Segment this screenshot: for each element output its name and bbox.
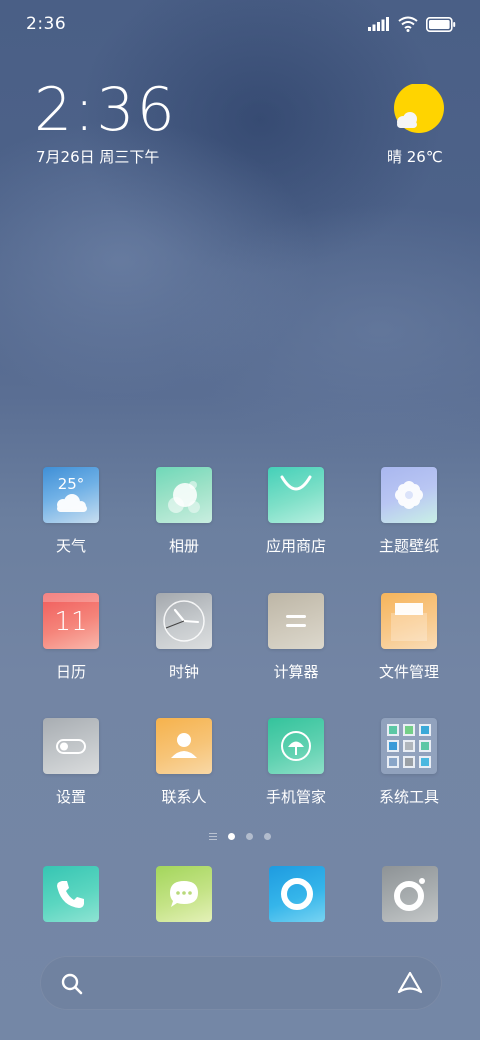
status-icons bbox=[368, 14, 456, 34]
status-bar: 2:36 bbox=[0, 0, 480, 50]
status-time: 2:36 bbox=[26, 14, 67, 34]
app-label: 时钟 bbox=[168, 663, 199, 681]
app-contacts[interactable]: 联系人 bbox=[134, 718, 234, 807]
wifi-icon bbox=[398, 16, 418, 32]
page-dot-active bbox=[228, 832, 235, 840]
home-date: 7月26日 周三下午 bbox=[36, 148, 160, 166]
clock-icon bbox=[156, 593, 212, 649]
dock-browser[interactable] bbox=[269, 866, 325, 922]
app-calendar[interactable]: 11 日历 bbox=[21, 593, 121, 682]
search-icon bbox=[61, 973, 83, 995]
page-dot bbox=[264, 832, 271, 840]
page-dot bbox=[246, 832, 253, 840]
app-label: 文件管理 bbox=[378, 663, 439, 681]
settings-icon bbox=[43, 718, 99, 774]
calculator-icon bbox=[268, 593, 324, 649]
app-themes[interactable]: 主题壁纸 bbox=[359, 467, 459, 556]
messages-icon bbox=[170, 881, 198, 907]
weather-summary: 晴 26℃ bbox=[387, 148, 443, 166]
file-manager-icon bbox=[381, 593, 437, 649]
app-clock[interactable]: 时钟 bbox=[134, 593, 234, 682]
assistant-icon[interactable] bbox=[396, 971, 424, 995]
app-label: 主题壁纸 bbox=[378, 537, 439, 555]
app-store[interactable]: 应用商店 bbox=[246, 467, 346, 556]
app-gallery[interactable]: 相册 bbox=[134, 467, 234, 556]
security-icon bbox=[268, 718, 324, 774]
dock-phone[interactable] bbox=[43, 866, 99, 922]
app-label: 天气 bbox=[55, 537, 86, 555]
sun-icon[interactable] bbox=[392, 84, 444, 136]
browser-icon bbox=[281, 878, 313, 910]
app-label: 联系人 bbox=[161, 788, 207, 806]
app-label: 相册 bbox=[168, 537, 199, 555]
home-clock[interactable]: 2:36 bbox=[34, 80, 177, 140]
app-security[interactable]: 手机管家 bbox=[246, 718, 346, 807]
page-indicator-menu-icon bbox=[209, 832, 217, 840]
page-indicator[interactable] bbox=[0, 830, 480, 842]
battery-icon bbox=[426, 16, 456, 32]
app-label: 计算器 bbox=[273, 663, 319, 681]
app-system-tools-folder[interactable]: 系统工具 bbox=[359, 718, 459, 807]
app-label: 系统工具 bbox=[378, 788, 439, 806]
dock-camera[interactable] bbox=[382, 866, 438, 922]
app-label: 设置 bbox=[55, 788, 86, 806]
app-settings[interactable]: 设置 bbox=[21, 718, 121, 807]
app-store-icon bbox=[268, 467, 324, 523]
app-label: 日历 bbox=[55, 663, 86, 681]
phone-icon bbox=[57, 881, 84, 908]
camera-icon bbox=[394, 878, 425, 911]
app-weather[interactable]: 25° 天气 bbox=[21, 467, 121, 556]
themes-icon bbox=[381, 467, 437, 523]
signal-icon bbox=[368, 17, 389, 31]
weather-icon: 25° bbox=[43, 467, 99, 523]
app-label: 应用商店 bbox=[265, 537, 326, 555]
app-file-manager[interactable]: 文件管理 bbox=[359, 593, 459, 682]
contacts-icon bbox=[156, 718, 212, 774]
app-label: 手机管家 bbox=[265, 788, 326, 806]
gallery-icon bbox=[156, 467, 212, 523]
calendar-icon: 11 bbox=[43, 593, 99, 649]
calendar-day: 11 bbox=[54, 607, 88, 637]
dock-messages[interactable] bbox=[156, 866, 212, 922]
search-bar[interactable] bbox=[40, 956, 442, 1010]
system-tools-folder-icon bbox=[381, 718, 437, 774]
app-calculator[interactable]: 计算器 bbox=[246, 593, 346, 682]
